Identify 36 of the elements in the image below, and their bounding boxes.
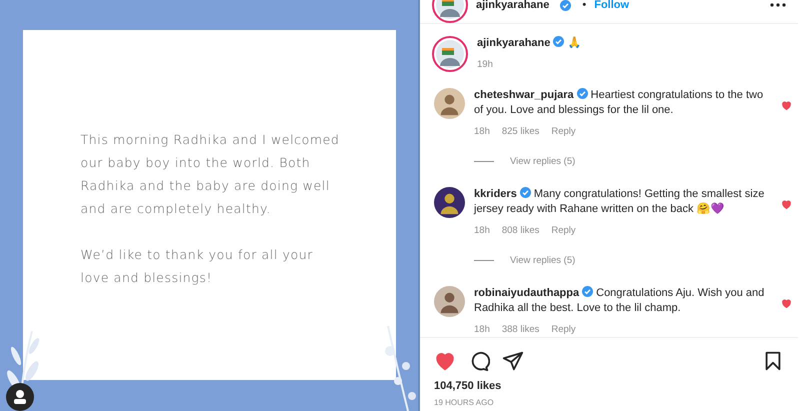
heart-icon[interactable] — [781, 298, 792, 309]
username[interactable]: ajinkyarahane — [477, 37, 550, 49]
like-count[interactable]: 825 likes — [502, 124, 540, 139]
like-count[interactable]: 388 likes — [502, 322, 540, 337]
more-icon[interactable] — [770, 3, 786, 7]
timestamp: 18h — [474, 125, 490, 139]
like-count[interactable]: 808 likes — [502, 223, 540, 238]
follow-link[interactable]: Follow — [594, 0, 630, 11]
timestamp: 18h — [474, 224, 490, 238]
timestamp: 18h — [474, 323, 490, 337]
post-text: This morning Radhika and I welcomed our baby boy into the world. Both Radhika and the baby are doing well and are completely healthy. — [80, 131, 340, 218]
like-count[interactable]: 104,750 likes — [420, 372, 798, 392]
view-replies-link[interactable]: View replies (5) — [510, 156, 576, 167]
comment-text: robinaiyudauthappa Congratulations Aju. Wish you and Radhika all the best. Love to the lil champ. — [474, 286, 766, 316]
heart-icon[interactable] — [781, 100, 792, 111]
avatar-icon[interactable] — [434, 187, 465, 218]
comment-text: cheteshwar_pujara Heartiest congratulations to the two of you. Love and blessings for the lil one. — [474, 88, 764, 118]
share-icon[interactable] — [502, 350, 524, 372]
post-text: We’d like to thank you for all your love and blessings! — [80, 246, 314, 287]
timestamp: 19 HOURS AGO — [420, 392, 798, 411]
username[interactable]: ajinkyarahane — [476, 0, 550, 11]
reply-link[interactable]: Reply — [551, 124, 576, 139]
avatar-icon[interactable] — [434, 286, 465, 317]
reply-link[interactable]: Reply — [551, 322, 576, 337]
comment-text: kkriders Many congratulations! Getting the smallest size jersey ready with Rahane written on the back 🤗💜 — [474, 187, 766, 217]
username[interactable]: kkriders — [474, 188, 517, 200]
view-replies-link[interactable]: View replies (5) — [510, 255, 576, 266]
user-icon[interactable] — [6, 383, 34, 411]
username[interactable]: robinaiyudauthappa — [474, 287, 580, 299]
reply-link[interactable]: Reply — [551, 223, 576, 238]
username[interactable]: cheteshwar_pujara — [474, 89, 574, 101]
caption-text: ajinkyarahane 🙏 — [477, 36, 582, 51]
heart-icon[interactable] — [781, 199, 792, 210]
timestamp: 19h — [477, 58, 493, 72]
separator: • — [582, 0, 586, 11]
heart-icon[interactable] — [434, 350, 456, 372]
